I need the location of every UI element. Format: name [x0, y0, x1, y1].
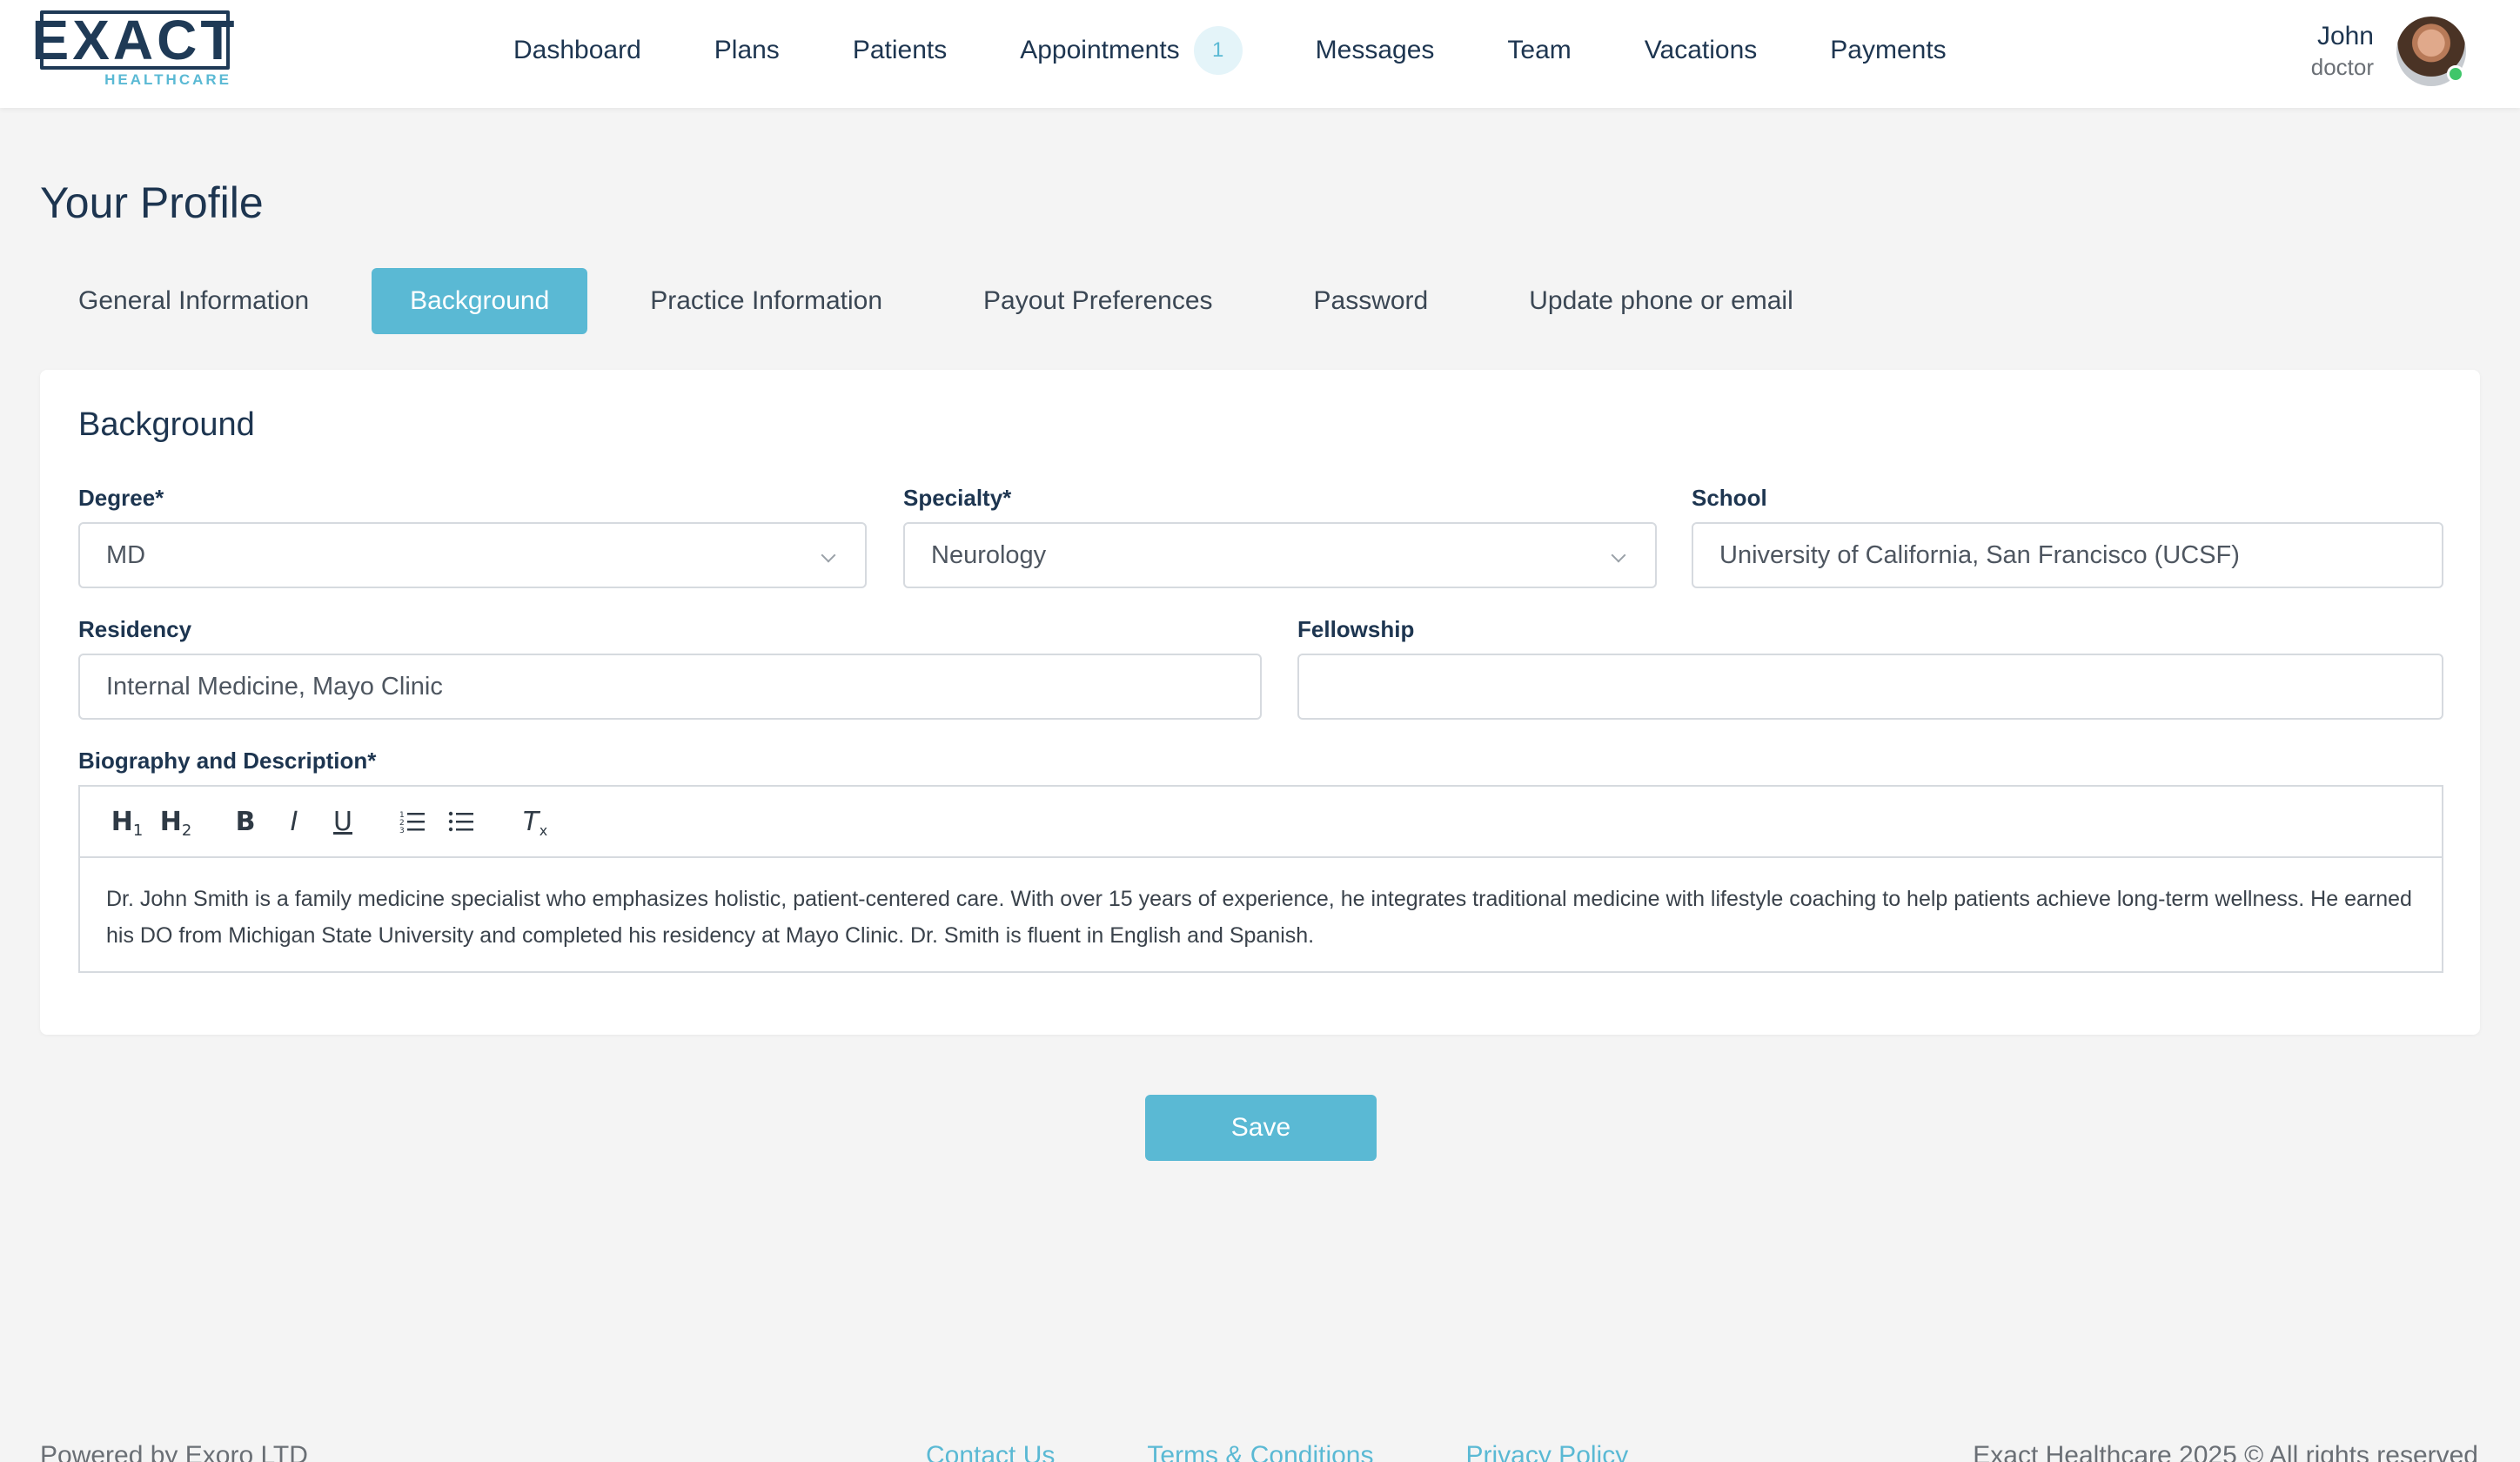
- degree-select[interactable]: MD: [78, 522, 867, 588]
- main-nav: Dashboard Plans Patients Appointments 1 …: [513, 0, 2020, 101]
- residency-label: Residency: [78, 616, 192, 642]
- tab-password[interactable]: Password: [1276, 268, 1467, 334]
- specialty-value: Neurology: [931, 540, 1047, 569]
- ordered-list-button[interactable]: 1 2 3: [388, 797, 437, 846]
- user-name: John: [2316, 21, 2374, 50]
- tab-payout-preferences[interactable]: Payout Preferences: [945, 268, 1250, 334]
- degree-value: MD: [106, 540, 146, 569]
- svg-text:3: 3: [399, 827, 405, 834]
- nav-dashboard[interactable]: Dashboard: [513, 36, 641, 65]
- nav-messages[interactable]: Messages: [1316, 36, 1435, 65]
- tab-update-phone-or-email[interactable]: Update phone or email: [1491, 268, 1832, 334]
- privacy-policy-link[interactable]: Privacy Policy: [1466, 1441, 1629, 1462]
- footer-links: Contact Us Terms & Conditions Privacy Po…: [926, 1441, 1720, 1462]
- bullet-list-button[interactable]: [437, 797, 486, 846]
- copyright-text: Exact Healthcare 2025 © All rights reser…: [1973, 1441, 2478, 1462]
- nav-patients[interactable]: Patients: [853, 36, 947, 65]
- logo-frame: EXACT: [32, 10, 234, 70]
- terms-conditions-link[interactable]: Terms & Conditions: [1147, 1441, 1373, 1462]
- underline-button[interactable]: U: [318, 797, 367, 846]
- degree-label: Degree*: [78, 485, 164, 511]
- biography-label: Biography and Description*: [78, 748, 377, 774]
- background-form-card: Background Degree* MD Specialty* Neurolo…: [40, 370, 2480, 1035]
- fellowship-field[interactable]: [1297, 654, 2443, 720]
- bold-icon: B: [235, 806, 256, 837]
- footer: Powered by Exoro LTD Contact Us Terms & …: [0, 1441, 2520, 1462]
- italic-icon: I: [290, 806, 298, 837]
- nav-patients-label: Patients: [852, 36, 948, 64]
- biography-editor: H1 H2 B I U 1 2 3 T x Dr. John Smith is …: [78, 785, 2443, 973]
- nav-vacations-label: Vacations: [1644, 36, 1758, 64]
- section-title: Background: [78, 406, 255, 443]
- nav-vacations[interactable]: Vacations: [1645, 36, 1758, 65]
- heading-2-icon: H2: [159, 806, 192, 840]
- fellowship-label: Fellowship: [1297, 616, 1415, 642]
- bold-button[interactable]: B: [221, 797, 270, 846]
- biography-text-area[interactable]: Dr. John Smith is a family medicine spec…: [80, 858, 2442, 976]
- nav-team[interactable]: Team: [1507, 36, 1571, 65]
- nav-team-label: Team: [1507, 36, 1572, 64]
- heading-1-icon: H1: [111, 806, 144, 840]
- heading-2-button[interactable]: H2: [151, 797, 200, 846]
- nav-dashboard-label: Dashboard: [513, 36, 641, 64]
- page-title: Your Profile: [40, 178, 264, 227]
- profile-tabs: General Information Background Practice …: [40, 268, 1856, 334]
- user-info: John doctor: [2311, 20, 2374, 84]
- powered-by-text: Powered by Exoro LTD: [40, 1441, 308, 1462]
- nav-appointments-label: Appointments: [1020, 36, 1180, 64]
- nav-payments[interactable]: Payments: [1830, 36, 1946, 65]
- ordered-list-icon: 1 2 3: [399, 811, 425, 834]
- online-status-icon: [2447, 65, 2464, 83]
- nav-plans-label: Plans: [714, 36, 780, 64]
- heading-1-button[interactable]: H1: [103, 797, 151, 846]
- nav-payments-label: Payments: [1830, 36, 1947, 64]
- clear-format-icon: Tx: [522, 806, 548, 839]
- specialty-label: Specialty*: [903, 485, 1012, 511]
- tab-background[interactable]: Background: [372, 268, 588, 334]
- residency-value: Internal Medicine, Mayo Clinic: [106, 672, 443, 701]
- school-field[interactable]: University of California, San Francisco …: [1692, 522, 2443, 588]
- editor-toolbar: H1 H2 B I U 1 2 3 T x: [80, 787, 2442, 858]
- user-role: doctor: [2310, 54, 2374, 81]
- top-header: EXACT HEALTHCARE Dashboard Plans Patient…: [0, 0, 2520, 108]
- school-value: University of California, San Francisco …: [1719, 540, 2240, 569]
- school-label: School: [1692, 485, 1767, 511]
- avatar[interactable]: [2396, 17, 2466, 86]
- appointments-count-badge: 1: [1193, 26, 1243, 75]
- italic-button[interactable]: I: [270, 797, 318, 846]
- logo-main-text: EXACT: [31, 9, 238, 71]
- tab-general-information[interactable]: General Information: [40, 268, 347, 334]
- save-button[interactable]: Save: [1145, 1095, 1377, 1161]
- contact-us-link[interactable]: Contact Us: [926, 1441, 1055, 1462]
- bullet-list-icon: [448, 811, 473, 832]
- nav-messages-label: Messages: [1315, 36, 1435, 64]
- nav-appointments[interactable]: Appointments 1: [1020, 26, 1243, 75]
- clear-format-button[interactable]: Tx: [506, 797, 555, 846]
- underline-icon: U: [333, 806, 352, 837]
- user-menu[interactable]: John doctor: [2311, 14, 2466, 89]
- tab-practice-information[interactable]: Practice Information: [612, 268, 921, 334]
- residency-field[interactable]: Internal Medicine, Mayo Clinic: [78, 654, 1262, 720]
- logo-sub-text: HEALTHCARE: [99, 71, 231, 89]
- exact-healthcare-logo[interactable]: EXACT HEALTHCARE: [32, 10, 234, 91]
- nav-plans[interactable]: Plans: [714, 36, 780, 65]
- specialty-select[interactable]: Neurology: [903, 522, 1657, 588]
